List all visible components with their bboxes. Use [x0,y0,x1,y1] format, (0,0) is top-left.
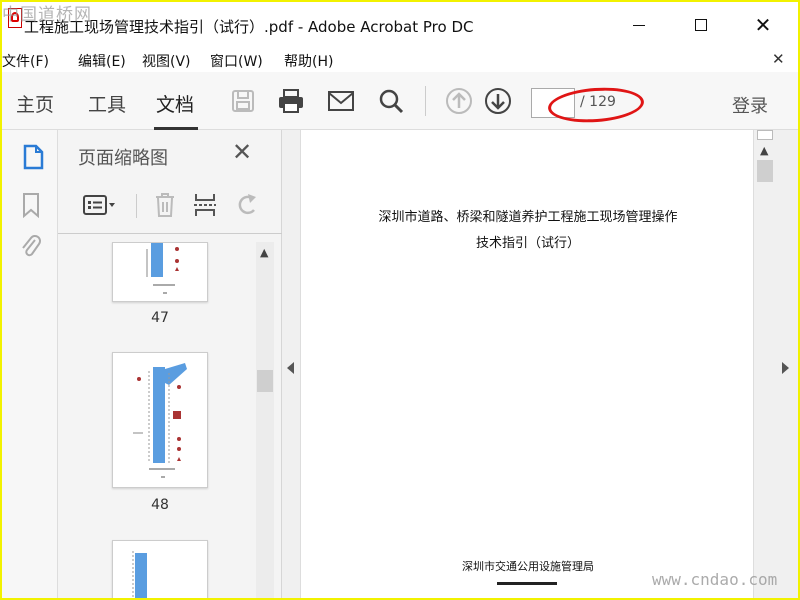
document-page: 深圳市道路、桥梁和隧道养护工程施工现场管理操作 技术指引（试行） 深圳市交通公用… [300,130,754,598]
attachments-icon[interactable] [18,234,44,260]
thumbnail-list: 47 48 [58,242,258,598]
close-document-icon[interactable]: ✕ [772,50,785,68]
bookmarks-icon[interactable] [18,192,44,218]
document-partial-text [497,582,557,585]
thumbnail-page-48[interactable] [112,352,208,488]
panel-toolbar-divider [136,194,137,218]
watermark-bottom-right: www.cndao.com [652,570,778,589]
maximize-button[interactable] [678,10,724,40]
toolbar: 主页 工具 文档 / 129 登录 [2,72,798,130]
collapse-left-panel-icon[interactable] [287,362,294,374]
rotate-page-icon[interactable] [232,190,262,220]
panel-toolbar [58,178,282,234]
minimize-icon [633,24,645,26]
print-icon[interactable] [276,86,306,116]
page-thumbnails-panel: 页面缩略图 ✕ 47 48 ▲ [58,130,282,598]
email-icon[interactable] [326,86,356,116]
scrollbar-top-box [757,130,773,140]
navigation-rail [2,130,58,598]
document-view: 深圳市道路、桥梁和隧道养护工程施工现场管理操作 技术指引（试行） 深圳市交通公用… [282,130,798,598]
extract-page-icon[interactable] [190,190,220,220]
next-page-icon[interactable] [483,86,513,116]
search-icon[interactable] [376,86,406,116]
close-window-button[interactable]: ✕ [740,10,786,40]
menu-view[interactable]: 视图(V) [142,51,191,71]
menu-window[interactable]: 窗口(W) [210,51,263,71]
thumbnail-page-49[interactable] [112,540,208,598]
thumbnail-scrollbar[interactable]: ▲ [256,242,274,598]
delete-page-icon[interactable] [150,190,180,220]
menu-help[interactable]: 帮助(H) [284,51,333,71]
minimize-button[interactable] [616,10,662,40]
document-title-line1: 深圳市道路、桥梁和隧道养护工程施工现场管理操作 [378,210,678,225]
thumbnail-label-48: 48 [151,497,169,513]
menu-bar: 文件(F) 编辑(E) 视图(V) 窗口(W) 帮助(H) ✕ [2,48,798,72]
toolbar-divider [425,86,426,116]
scroll-up-icon[interactable]: ▲ [260,246,268,259]
document-scrollbar[interactable]: ▲ [756,130,774,598]
close-icon: ✕ [754,13,772,37]
thumbnail-label-47: 47 [151,310,169,326]
login-button[interactable]: 登录 [732,92,768,118]
scrollbar-thumb[interactable] [257,370,273,392]
document-title-line2: 技术指引（试行） [475,236,580,251]
title-bar: 工程施工现场管理技术指引（试行）.pdf - Adobe Acrobat Pro… [2,2,798,48]
tab-document[interactable]: 文档 [156,90,194,117]
menu-edit[interactable]: 编辑(E) [78,51,126,71]
expand-right-panel-icon[interactable] [782,362,789,374]
thumbnail-options-icon[interactable] [80,190,120,220]
acrobat-window: 工程施工现场管理技术指引（试行）.pdf - Adobe Acrobat Pro… [2,2,798,598]
menu-file[interactable]: 文件(F) [2,51,49,71]
panel-title: 页面缩略图 [78,148,168,169]
watermark-top-left: 中国道桥网 [2,5,92,25]
scrollbar-thumb[interactable] [757,160,773,182]
maximize-icon [695,19,707,31]
previous-page-icon[interactable] [444,86,474,116]
save-icon[interactable] [228,86,258,116]
scroll-up-icon[interactable]: ▲ [760,144,768,157]
tab-tools[interactable]: 工具 [88,90,126,117]
page-thumbnails-icon[interactable] [20,144,46,170]
tab-home[interactable]: 主页 [16,90,54,117]
thumbnail-page-47[interactable] [112,242,208,302]
panel-close-icon[interactable]: ✕ [232,140,252,164]
